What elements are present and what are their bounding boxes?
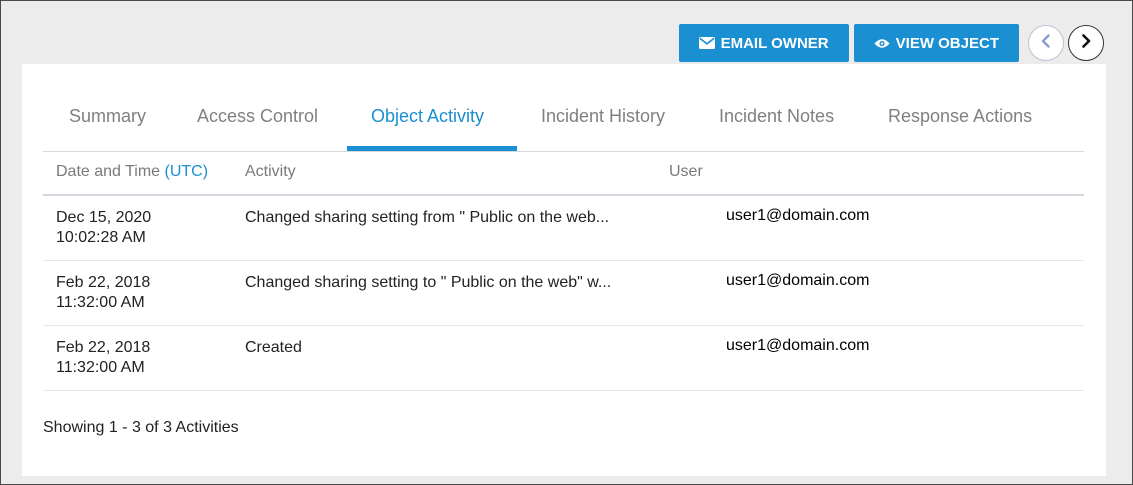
previous-button[interactable] [1028, 25, 1064, 61]
column-header-date[interactable]: Date and Time (UTC) [56, 163, 208, 181]
action-toolbar: EMAIL OWNER VIEW OBJECT [678, 24, 1104, 62]
row-time: 11:32:00 AM [56, 359, 145, 376]
pagination-summary: Showing 1 - 3 of 3 Activities [43, 419, 239, 436]
row-user: user1@domain.com [726, 207, 870, 224]
column-date-label: Date and Time [56, 163, 161, 180]
tab-summary[interactable]: Summary [69, 106, 146, 127]
row-activity: Changed sharing setting from " Public on… [245, 209, 610, 226]
table-header: Date and Time (UTC) Activity User [43, 152, 1084, 196]
tab-incident-notes[interactable]: Incident Notes [719, 106, 834, 127]
row-date: Feb 22, 2018 [56, 339, 151, 356]
row-time: 11:32:00 AM [56, 294, 145, 311]
envelope-icon [698, 37, 715, 49]
table-row: Dec 15, 2020 10:02:28 AM Changed sharing… [43, 196, 1084, 261]
view-object-button[interactable]: VIEW OBJECT [853, 24, 1019, 62]
next-button[interactable] [1068, 25, 1104, 61]
row-date: Feb 22, 2018 [56, 274, 151, 291]
row-date-time: Feb 22, 2018 11:32:00 AM [56, 338, 150, 378]
row-date-time: Feb 22, 2018 11:32:00 AM [56, 273, 150, 313]
row-date: Dec 15, 2020 [56, 209, 152, 226]
chevron-right-icon [1080, 33, 1092, 53]
row-time: 10:02:28 AM [56, 229, 146, 246]
object-activity-card: Summary Access Control Object Activity I… [22, 64, 1106, 476]
chevron-left-icon [1040, 33, 1052, 53]
tab-incident-history[interactable]: Incident History [541, 106, 665, 127]
row-user: user1@domain.com [726, 272, 870, 289]
row-activity: Changed sharing setting to " Public on t… [245, 274, 612, 291]
row-user: user1@domain.com [726, 337, 870, 354]
active-tab-indicator [347, 146, 517, 151]
email-owner-button[interactable]: EMAIL OWNER [678, 24, 849, 62]
view-object-label: VIEW OBJECT [895, 34, 999, 52]
row-date-time: Dec 15, 2020 10:02:28 AM [56, 208, 151, 248]
column-header-activity[interactable]: Activity [245, 163, 296, 181]
column-header-user[interactable]: User [669, 163, 703, 181]
table-row: Feb 22, 2018 11:32:00 AM Changed sharing… [43, 261, 1084, 326]
app-frame: EMAIL OWNER VIEW OBJECT Summary Access C… [0, 0, 1133, 485]
column-date-timezone: (UTC) [164, 163, 209, 180]
tab-bar: Summary Access Control Object Activity I… [43, 64, 1084, 152]
email-owner-label: EMAIL OWNER [720, 34, 829, 52]
tab-access-control[interactable]: Access Control [197, 106, 318, 127]
tab-response-actions[interactable]: Response Actions [888, 106, 1032, 127]
row-activity: Created [245, 339, 302, 356]
eye-icon [874, 38, 890, 49]
table-row: Feb 22, 2018 11:32:00 AM Created user1@d… [43, 326, 1084, 391]
tab-object-activity[interactable]: Object Activity [371, 106, 484, 127]
